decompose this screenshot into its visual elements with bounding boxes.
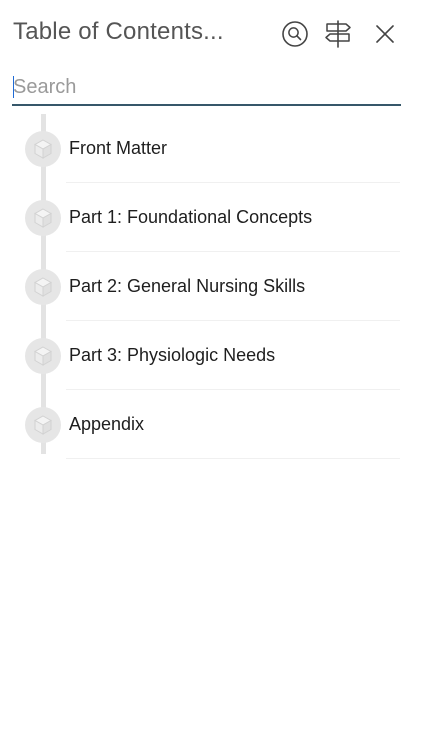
text-caret bbox=[13, 76, 14, 98]
toc-item-label: Front Matter bbox=[69, 138, 168, 158]
toc-item-label: Part 1: Foundational Concepts bbox=[69, 207, 313, 227]
magnifier-circle-icon bbox=[282, 21, 308, 47]
cube-icon bbox=[33, 277, 53, 297]
toc-node bbox=[25, 131, 61, 167]
toc-node bbox=[25, 269, 61, 305]
toc-item-part-2[interactable]: Part 2: General Nursing Skills bbox=[0, 252, 422, 321]
toc-item-label: Part 2: General Nursing Skills bbox=[69, 276, 306, 296]
close-icon bbox=[376, 25, 394, 43]
search-input[interactable] bbox=[12, 72, 402, 102]
cube-icon bbox=[33, 346, 53, 366]
toc-item-part-1[interactable]: Part 1: Foundational Concepts bbox=[0, 183, 422, 252]
cube-icon bbox=[33, 208, 53, 228]
search-field[interactable] bbox=[12, 72, 402, 106]
toc-list: Front Matter Part 1: Foundational Concep… bbox=[0, 114, 422, 459]
toc-node bbox=[25, 200, 61, 236]
toc-header: Table of Contents... bbox=[0, 0, 422, 66]
toc-item-label: Appendix bbox=[69, 414, 145, 434]
toc-item-part-3[interactable]: Part 3: Physiologic Needs bbox=[0, 321, 422, 390]
toc-item-front-matter[interactable]: Front Matter bbox=[0, 114, 422, 183]
toc-node bbox=[25, 407, 61, 443]
toc-node bbox=[25, 338, 61, 374]
row-divider bbox=[66, 458, 400, 459]
close-button[interactable] bbox=[369, 18, 401, 50]
navigation-button[interactable] bbox=[322, 18, 354, 50]
toc-item-label: Part 3: Physiologic Needs bbox=[69, 345, 276, 365]
search-toggle-button[interactable] bbox=[279, 18, 311, 50]
cube-icon bbox=[33, 415, 53, 435]
toc-item-appendix[interactable]: Appendix bbox=[0, 390, 422, 459]
signpost-icon bbox=[325, 20, 351, 48]
cube-icon bbox=[33, 139, 53, 159]
page-title: Table of Contents... bbox=[13, 18, 224, 45]
